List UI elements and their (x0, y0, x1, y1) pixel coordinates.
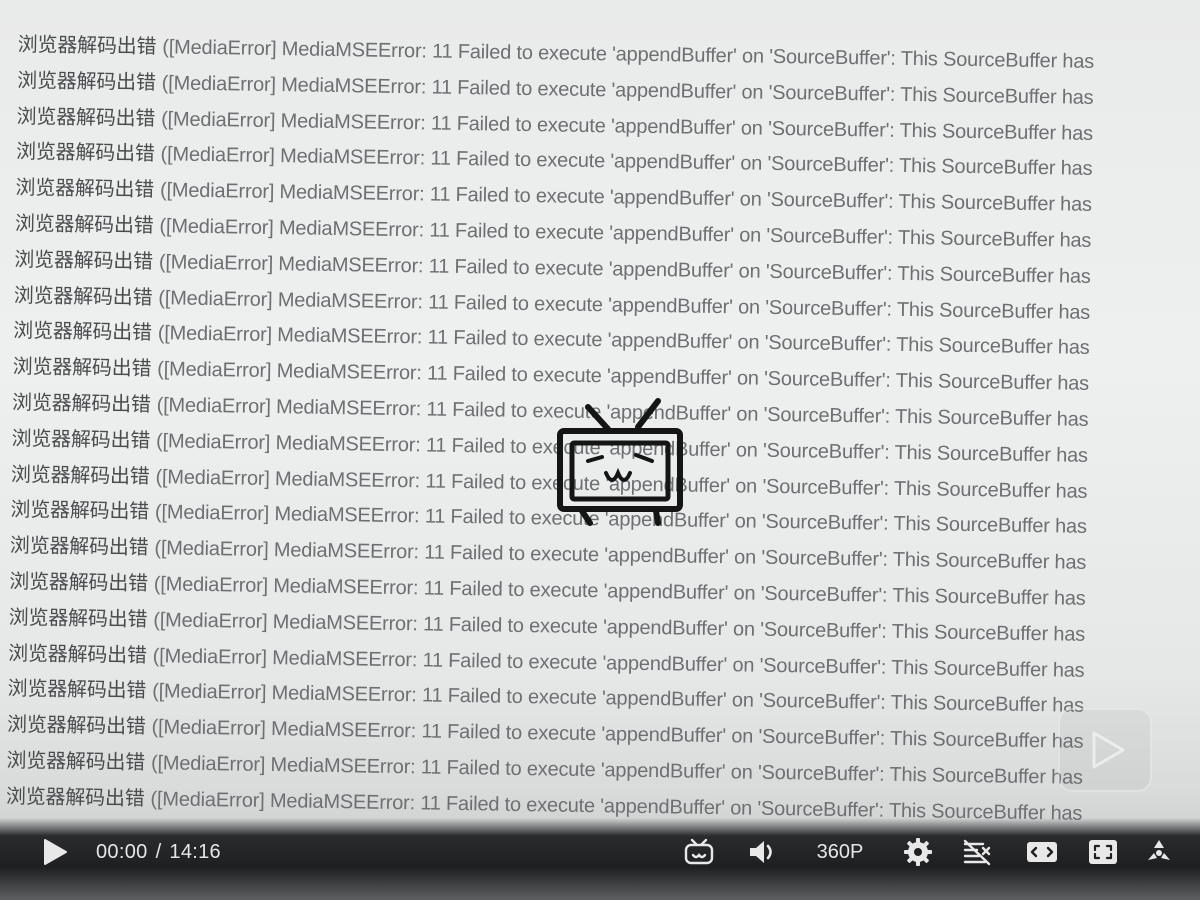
error-message: ([MediaError] MediaMSEError: 11 Failed t… (159, 215, 1092, 252)
danmaku-toggle-button[interactable] (682, 838, 716, 866)
volume-button[interactable] (746, 838, 778, 866)
web-fullscreen-icon (1089, 840, 1117, 864)
fullscreen-icon (1148, 840, 1170, 860)
error-prefix: 浏览器解码出错 (7, 678, 147, 703)
tv-mascot-icon (550, 393, 690, 533)
danmaku-off-icon (963, 839, 991, 866)
quality-selector[interactable]: 360P (808, 838, 872, 866)
time-separator: / (155, 840, 162, 863)
fullscreen-button[interactable] (1144, 838, 1174, 866)
web-fullscreen-button[interactable] (1086, 838, 1120, 866)
error-prefix: 浏览器解码出错 (6, 714, 146, 739)
danmaku-off-button[interactable] (960, 838, 994, 866)
settings-button[interactable] (902, 838, 934, 866)
error-prefix: 浏览器解码出错 (10, 499, 150, 524)
control-bar: 00:00 / 14:16 360P (0, 818, 1200, 900)
widescreen-icon (1027, 842, 1057, 862)
play-overlay-button[interactable] (1058, 708, 1152, 792)
error-prefix: 浏览器解码出错 (9, 535, 149, 560)
error-prefix: 浏览器解码出错 (16, 105, 156, 130)
error-prefix: 浏览器解码出错 (15, 177, 155, 202)
tv-danmaku-icon (684, 838, 714, 865)
error-prefix: 浏览器解码出错 (8, 606, 148, 631)
error-prefix: 浏览器解码出错 (13, 284, 153, 309)
error-message: ([MediaError] MediaMSEError: 11 Failed t… (150, 752, 1083, 789)
play-button[interactable] (38, 838, 72, 866)
error-prefix: 浏览器解码出错 (8, 642, 147, 667)
error-prefix: 浏览器解码出错 (11, 427, 151, 452)
error-prefix: 浏览器解码出错 (6, 749, 146, 775)
error-prefix: 浏览器解码出错 (9, 570, 149, 596)
error-message: ([MediaError] MediaMSEError: 11 Failed t… (153, 573, 1086, 610)
video-player[interactable]: 浏览器解码出错 ([MediaError] MediaMSEError: 11 F… (0, 0, 1200, 900)
play-icon (44, 839, 67, 865)
error-prefix: 浏览器解码出错 (14, 248, 154, 273)
error-prefix: 浏览器解码出错 (14, 212, 154, 238)
current-time: 00:00 (96, 840, 148, 863)
error-prefix: 浏览器解码出错 (15, 141, 155, 166)
error-prefix: 浏览器解码出错 (16, 69, 156, 94)
play-icon (1092, 731, 1125, 769)
time-display: 00:00 / 14:16 (96, 838, 236, 866)
widescreen-button[interactable] (1024, 838, 1060, 866)
speaker-icon (750, 841, 772, 863)
error-prefix: 浏览器解码出错 (17, 33, 157, 59)
error-prefix: 浏览器解码出错 (5, 785, 145, 810)
gear-icon (904, 838, 932, 866)
error-prefix: 浏览器解码出错 (13, 320, 152, 345)
quality-label: 360P (816, 840, 864, 863)
error-prefix: 浏览器解码出错 (10, 463, 150, 488)
error-prefix: 浏览器解码出错 (11, 391, 151, 417)
error-prefix: 浏览器解码出错 (12, 356, 152, 381)
duration: 14:16 (169, 840, 221, 863)
error-message: ([MediaError] MediaMSEError: 11 Failed t… (162, 36, 1095, 73)
